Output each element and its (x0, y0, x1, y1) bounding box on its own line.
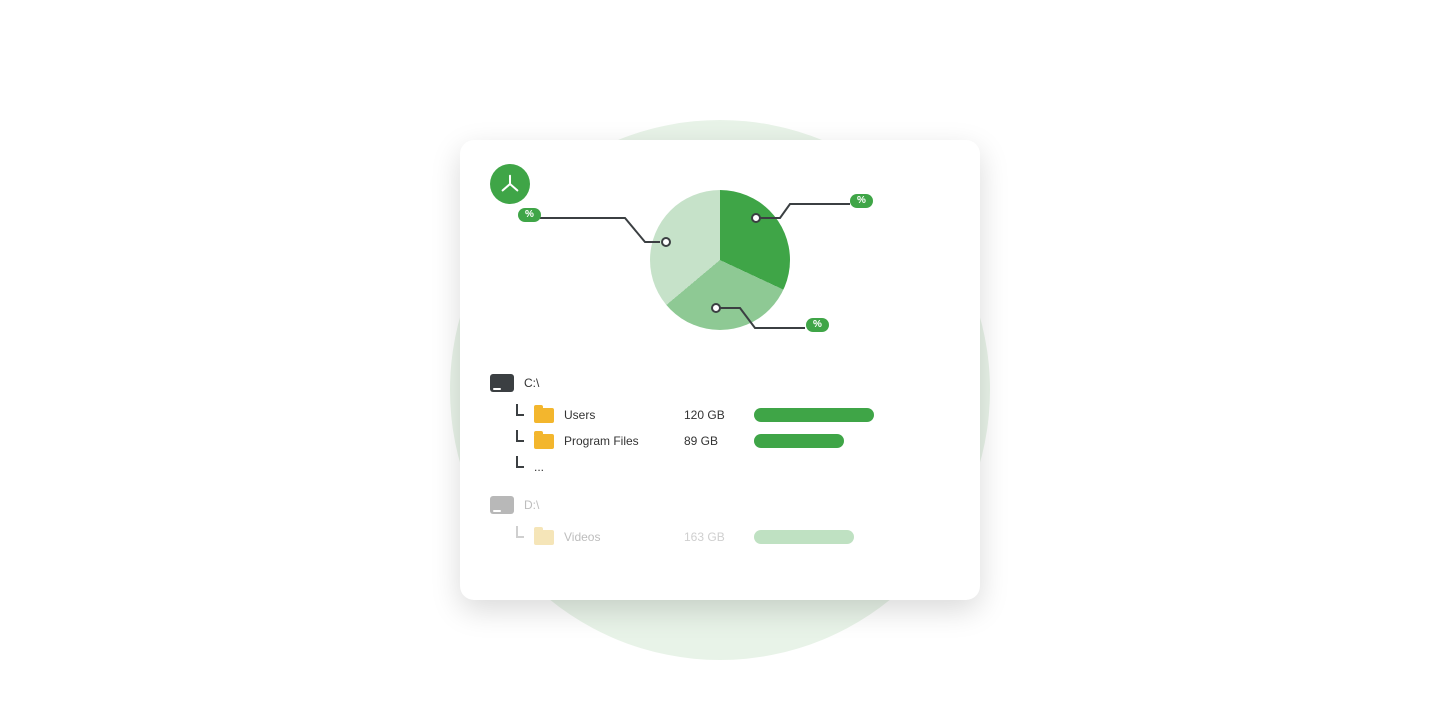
folder-name: Videos (564, 530, 684, 544)
folder-row-program-files[interactable]: Program Files 89 GB (490, 428, 950, 454)
app-logo-icon (490, 164, 530, 204)
folder-icon (534, 530, 554, 545)
folder-size: 89 GB (684, 434, 754, 448)
more-label: ... (534, 460, 654, 474)
pie-chart-icon (650, 190, 790, 330)
app-card: % % % C:\ Users (460, 140, 980, 600)
folder-row-more[interactable]: ... (490, 454, 950, 480)
percent-badge: % (850, 194, 873, 208)
percent-badge: % (518, 208, 541, 222)
drive-row-c[interactable]: C:\ (490, 370, 950, 396)
size-bar (754, 530, 854, 544)
tree-branch-icon (514, 460, 526, 474)
size-bar (754, 434, 844, 448)
tree-branch-icon (514, 408, 526, 422)
drive-label: D:\ (524, 498, 644, 512)
folder-size: 120 GB (684, 408, 754, 422)
drive-tree: C:\ Users 120 GB Program Files 89 GB ...… (490, 370, 950, 550)
folder-icon (534, 434, 554, 449)
tree-branch-icon (514, 530, 526, 544)
drive-row-d[interactable]: D:\ (490, 492, 950, 518)
folder-row-users[interactable]: Users 120 GB (490, 402, 950, 428)
folder-name: Users (564, 408, 684, 422)
folder-row-videos[interactable]: Videos 163 GB (490, 524, 950, 550)
drive-icon (490, 374, 514, 392)
disk-usage-pie-chart: % % % (630, 170, 810, 350)
folder-name: Program Files (564, 434, 684, 448)
drive-label: C:\ (524, 376, 644, 390)
size-bar (754, 408, 874, 422)
drive-icon (490, 496, 514, 514)
percent-badge: % (806, 318, 829, 332)
folder-icon (534, 408, 554, 423)
tree-branch-icon (514, 434, 526, 448)
folder-size: 163 GB (684, 530, 754, 544)
